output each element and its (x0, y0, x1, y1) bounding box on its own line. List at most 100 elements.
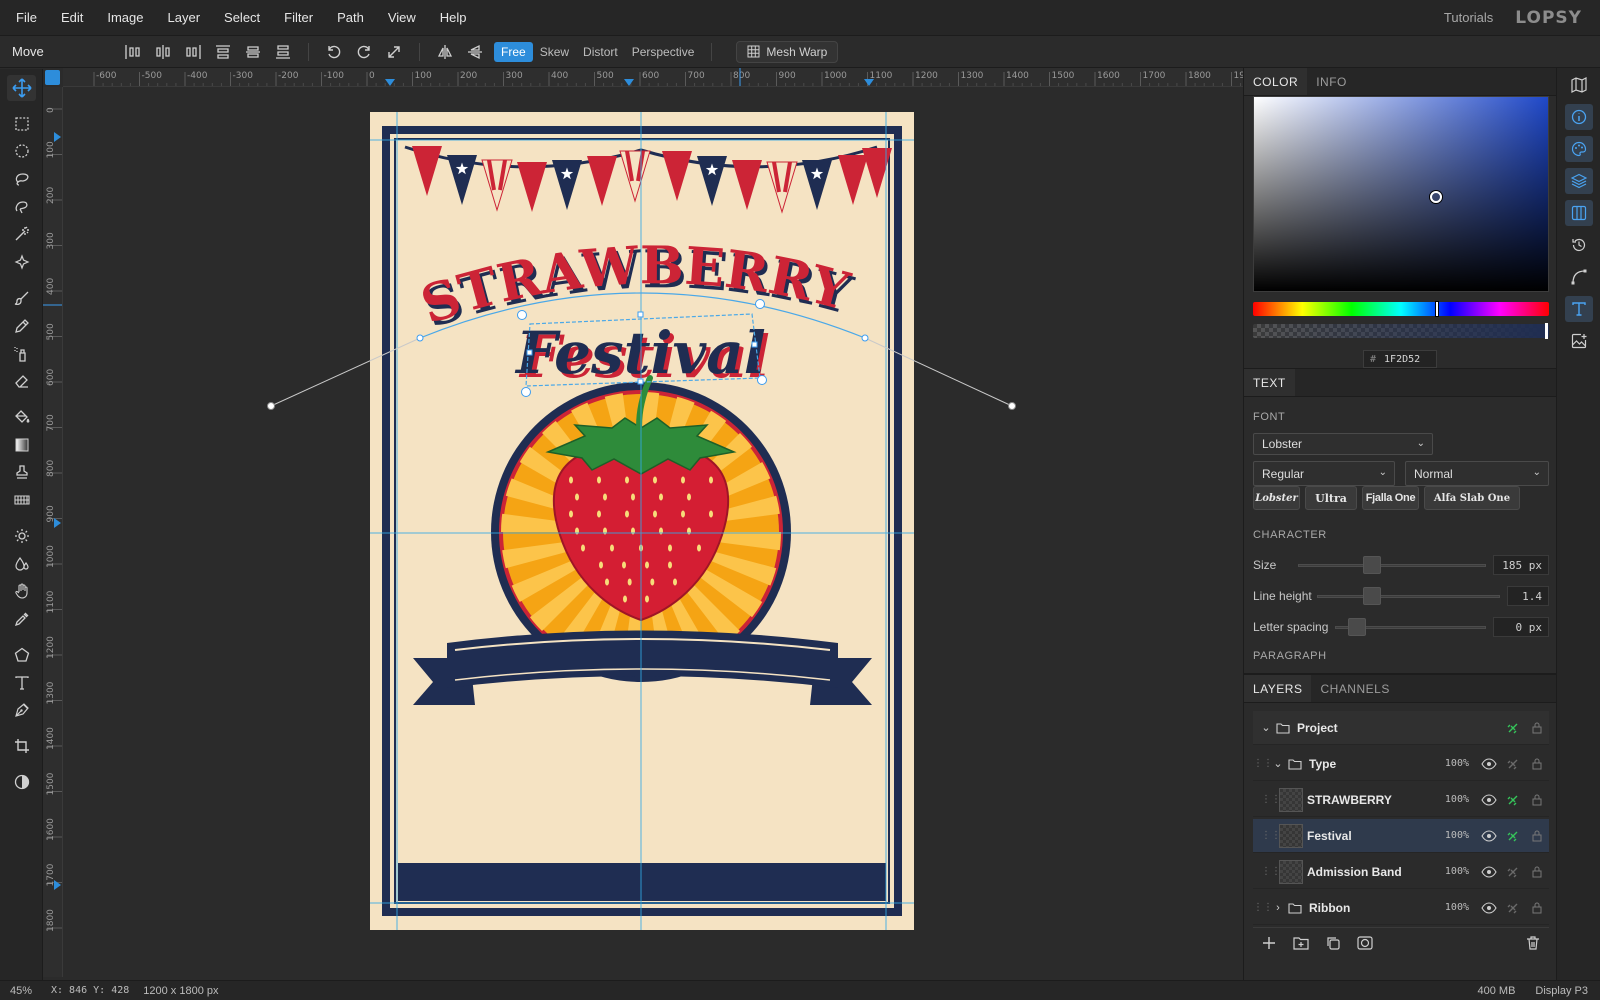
history-panel-button[interactable] (1565, 232, 1593, 258)
link-icon[interactable] (1501, 793, 1525, 807)
layer-opacity[interactable]: 100% (1439, 830, 1469, 841)
ellipse-select-tool[interactable] (7, 138, 36, 164)
guide-marker[interactable] (54, 880, 61, 890)
ruler-horizontal[interactable]: -600 -500 -400 -300 -200 -100 0 100 200 300 400 500… (63, 68, 1243, 87)
align-right-button[interactable] (178, 40, 208, 64)
eraser-tool[interactable] (7, 368, 36, 394)
menu-filter[interactable]: Filter (272, 0, 325, 36)
brush-tool[interactable] (7, 285, 36, 311)
add-layer-button[interactable] (1253, 931, 1285, 955)
tab-channels[interactable]: CHANNELS (1311, 675, 1398, 702)
hex-value[interactable]: 1F2D52 (1384, 354, 1420, 365)
layer-opacity[interactable]: 100% (1439, 866, 1469, 877)
lasso-tool[interactable] (7, 166, 36, 192)
shape-tool[interactable] (7, 642, 36, 668)
tab-layers[interactable]: LAYERS (1244, 675, 1312, 702)
color-profile[interactable]: Display P3 (1535, 985, 1588, 997)
info-panel-button[interactable] (1565, 104, 1593, 130)
layer-row-festival[interactable]: ⋮⋮ Festival 100% (1253, 819, 1549, 853)
dodge-tool[interactable] (7, 523, 36, 549)
guide-marker[interactable] (385, 79, 395, 86)
menu-edit[interactable]: Edit (49, 0, 95, 36)
delete-layer-button[interactable] (1517, 931, 1549, 955)
size-value[interactable]: 185 px (1493, 555, 1549, 575)
tab-text[interactable]: TEXT (1244, 369, 1295, 396)
spray-tool[interactable] (7, 341, 36, 367)
color-picker-cursor[interactable] (1430, 191, 1442, 203)
add-group-button[interactable] (1285, 931, 1317, 955)
align-vcenter-button[interactable] (238, 40, 268, 64)
lock-icon[interactable] (1525, 829, 1549, 842)
eye-icon[interactable] (1477, 829, 1501, 842)
menu-file[interactable]: File (0, 0, 49, 36)
font-case-select[interactable]: Normal ⌄ (1405, 461, 1549, 486)
flip-vertical-button[interactable] (460, 40, 490, 64)
rotate-cw-button[interactable] (349, 40, 379, 64)
stamp-tool[interactable] (7, 459, 36, 485)
mode-perspective-button[interactable]: Perspective (625, 42, 702, 62)
gradient-tool[interactable] (7, 432, 36, 458)
link-icon[interactable] (1501, 829, 1525, 843)
guide-marker[interactable] (54, 518, 61, 528)
mode-skew-button[interactable]: Skew (533, 42, 576, 62)
lock-icon[interactable] (1525, 757, 1549, 770)
magnetic-lasso-tool[interactable] (7, 194, 36, 220)
layer-opacity[interactable]: 100% (1439, 794, 1469, 805)
navigator-panel-button[interactable] (1565, 72, 1593, 98)
chevron-right-icon[interactable]: › (1271, 902, 1285, 914)
align-top-button[interactable] (208, 40, 238, 64)
letter-spacing-slider-thumb[interactable] (1348, 618, 1367, 636)
tutorials-link[interactable]: Tutorials (1444, 10, 1493, 25)
chevron-down-icon[interactable]: ⌄ (1259, 721, 1273, 734)
guide-marker[interactable] (54, 132, 61, 142)
layer-row-ribbon[interactable]: ⋮⋮ › Ribbon 100% (1253, 891, 1549, 925)
ruler-corner[interactable] (45, 70, 60, 85)
link-icon[interactable] (1501, 757, 1525, 771)
mode-distort-button[interactable]: Distort (576, 42, 625, 62)
size-slider-thumb[interactable] (1362, 556, 1381, 574)
layer-opacity[interactable]: 100% (1439, 902, 1469, 913)
menu-layer[interactable]: Layer (156, 0, 213, 36)
eyedropper-tool[interactable] (7, 606, 36, 632)
magic-wand-tool[interactable] (7, 221, 36, 247)
saturation-value-field[interactable] (1253, 96, 1549, 292)
menu-path[interactable]: Path (325, 0, 376, 36)
chevron-down-icon[interactable]: ⌄ (1271, 757, 1285, 770)
font-chip-fjalla-one[interactable]: Fjalla One (1362, 486, 1419, 510)
link-icon[interactable] (1501, 901, 1525, 915)
channels-panel-button[interactable] (1565, 200, 1593, 226)
font-family-select[interactable]: Lobster ⌄ (1253, 433, 1433, 455)
eye-icon[interactable] (1477, 757, 1501, 770)
layers-panel-button[interactable] (1565, 168, 1593, 194)
drag-handle-icon[interactable]: ⋮⋮ (1261, 794, 1281, 805)
ruler-vertical[interactable]: 0 100 200 300 400 500 600 700 800 900 1000 1100 1200… (43, 87, 63, 977)
pencil-tool[interactable] (7, 313, 36, 339)
line-height-slider[interactable] (1317, 595, 1500, 598)
rotate-ccw-button[interactable] (319, 40, 349, 64)
crop-tool[interactable] (7, 733, 36, 759)
blur-tool[interactable] (7, 551, 36, 577)
align-hcenter-button[interactable] (148, 40, 178, 64)
line-height-slider-thumb[interactable] (1363, 587, 1382, 605)
font-chip-alfa-slab-one[interactable]: Alfa Slab One (1424, 486, 1520, 510)
canvas-area[interactable]: STRAWBERRY STRAWBERRY Festival Festival (63, 87, 1243, 977)
line-height-value[interactable]: 1.4 (1507, 586, 1549, 606)
align-left-button[interactable] (118, 40, 148, 64)
guide-marker[interactable] (624, 79, 634, 86)
flip-horizontal-button[interactable] (430, 40, 460, 64)
drag-handle-icon[interactable]: ⋮⋮ (1253, 758, 1273, 769)
text-panel-button[interactable] (1565, 296, 1593, 322)
drag-handle-icon[interactable]: ⋮⋮ (1261, 830, 1281, 841)
layer-opacity[interactable]: 100% (1439, 758, 1469, 769)
lock-icon[interactable] (1525, 793, 1549, 806)
drag-handle-icon[interactable]: ⋮⋮ (1253, 902, 1273, 913)
hand-tool[interactable] (7, 578, 36, 604)
hue-slider-thumb[interactable] (1435, 301, 1439, 317)
duplicate-layer-button[interactable] (1317, 931, 1349, 955)
hue-slider[interactable] (1253, 301, 1549, 317)
lock-icon[interactable] (1525, 901, 1549, 914)
menu-select[interactable]: Select (212, 0, 272, 36)
size-slider[interactable] (1298, 564, 1486, 567)
move-tool[interactable] (7, 75, 36, 101)
layer-row-project[interactable]: ⌄ Project (1253, 711, 1549, 745)
